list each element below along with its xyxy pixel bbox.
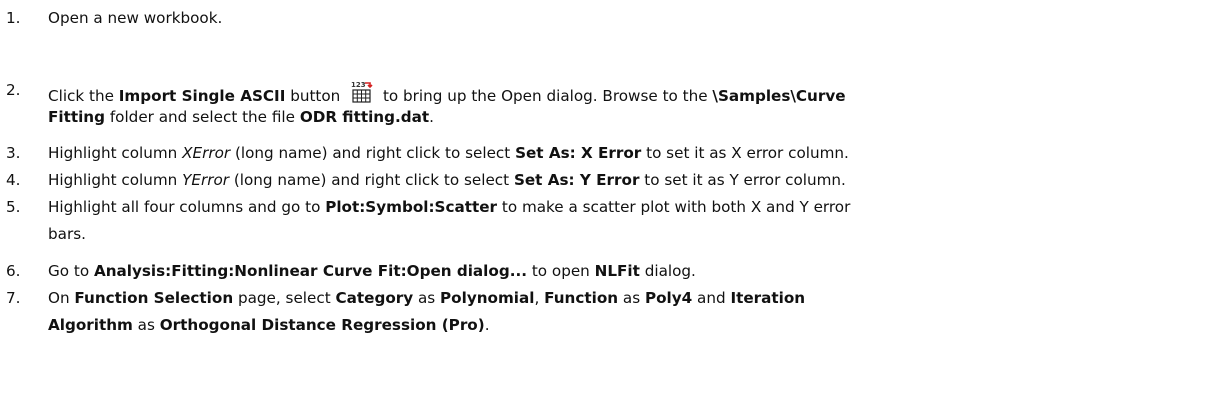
red-arrow-shape (365, 82, 373, 89)
bold-term: Category (335, 289, 414, 307)
step-text: Fitting folder and select the file ODR f… (48, 107, 434, 127)
text-segment: page, select (233, 289, 336, 307)
text-segment: to set it as X error column. (641, 144, 849, 162)
text-segment: as (132, 316, 160, 334)
step-text: Open a new workbook. (48, 8, 222, 28)
step-number: 2. (6, 81, 21, 99)
step-number: 5. (6, 198, 21, 216)
bold-term: Polynomial (440, 289, 535, 307)
step-number: 4. (6, 171, 21, 189)
bold-term: Import Single ASCII (118, 87, 286, 105)
text-segment: folder and select the file (105, 108, 300, 126)
instruction-steps-list: 1. Open a new workbook. 2. Click the Import… (0, 0, 1207, 409)
text-segment: dialog. (639, 262, 696, 280)
italic-term: XError (182, 144, 231, 162)
import-single-ascii-icon[interactable]: 123 (349, 80, 375, 104)
text-segment: to open (527, 262, 595, 280)
step-text: On Function Selection page, select Categ… (48, 288, 805, 308)
bold-term: Algorithm (48, 316, 133, 334)
bold-term: Function (544, 289, 619, 307)
bold-term: NLFit (594, 262, 640, 280)
text-segment: (long name) and right click to select (230, 144, 516, 162)
text-segment: Click the (48, 87, 119, 105)
text-segment: Go to (48, 262, 94, 280)
step-text: Highlight column YError (long name) and … (48, 170, 846, 190)
bold-term: Set As: X Error (515, 144, 642, 162)
bold-term: Function Selection (74, 289, 234, 307)
text-segment: to make a scatter plot with both X and Y… (497, 198, 851, 216)
text-segment: On (48, 289, 75, 307)
step-number: 3. (6, 144, 21, 162)
icon-digits-label: 123 (351, 81, 366, 89)
bold-term: Orthogonal Distance Regression (Pro) (159, 316, 485, 334)
text-segment: Highlight column (48, 144, 183, 162)
bold-term: Fitting (48, 108, 105, 126)
step-text: Highlight column XError (long name) and … (48, 143, 849, 163)
text-segment: , (534, 289, 545, 307)
bold-term: Set As: Y Error (513, 171, 640, 189)
bold-term: Analysis:Fitting:Nonlinear Curve Fit:Ope… (93, 262, 527, 280)
bold-term: Iteration (730, 289, 806, 307)
text-segment: Highlight all four columns and go to (48, 198, 326, 216)
text-segment: and (692, 289, 731, 307)
bold-term: Plot:Symbol:Scatter (325, 198, 498, 216)
step-number: 7. (6, 289, 21, 307)
text-segment: Highlight column (48, 171, 183, 189)
bold-term: Poly4 (644, 289, 693, 307)
step-text: Algorithm as Orthogonal Distance Regress… (48, 315, 490, 335)
text-segment: as (413, 289, 441, 307)
step-number: 6. (6, 262, 21, 280)
text-segment: . (484, 316, 490, 334)
italic-term: YError (182, 171, 230, 189)
text-segment: (long name) and right click to select (229, 171, 514, 189)
text-segment: . (429, 108, 434, 126)
step-number: 1. (6, 9, 21, 27)
step-text: Go to Analysis:Fitting:Nonlinear Curve F… (48, 261, 696, 281)
text-segment: to bring up the Open dialog. Browse to t… (378, 87, 713, 105)
bold-term: \Samples\Curve (712, 87, 846, 105)
text-segment: bars. (48, 225, 86, 243)
step-text: Highlight all four columns and go to Plo… (48, 197, 850, 217)
step-text: bars. (48, 224, 86, 244)
step-text: Click the Import Single ASCII button 123… (48, 80, 846, 106)
bold-term: ODR fitting.dat (299, 108, 430, 126)
text-segment: button (285, 87, 346, 105)
text-segment: Open a new workbook. (48, 9, 223, 27)
text-segment: to set it as Y error column. (639, 171, 846, 189)
text-segment: as (618, 289, 645, 307)
